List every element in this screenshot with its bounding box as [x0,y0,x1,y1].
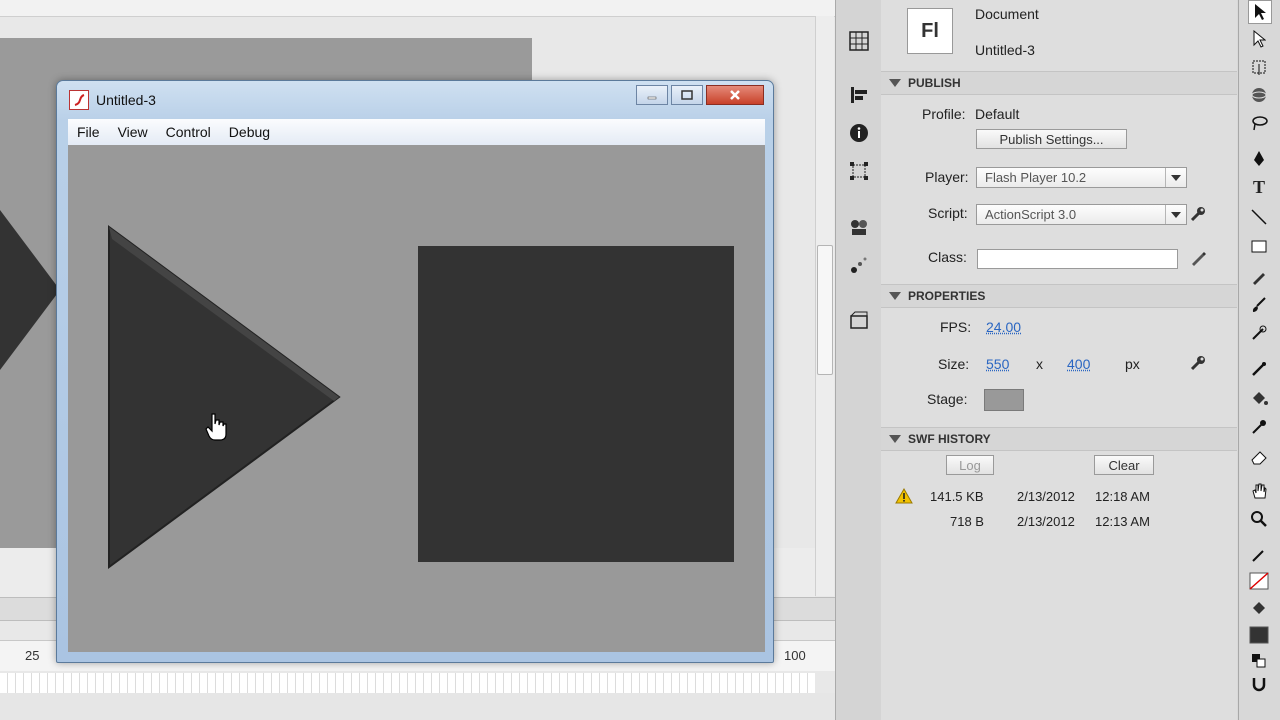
tools-panel: T [1238,0,1280,720]
stage-label: Stage: [927,391,968,407]
history-row-1-date: 2/13/2012 [1017,489,1075,504]
swap-colors-icon[interactable] [1248,650,1270,672]
paint-bucket-tool-icon[interactable] [1248,388,1270,410]
background-triangle-shape [0,210,60,370]
close-button[interactable] [706,85,764,105]
stroke-color-swatch[interactable] [1248,570,1270,592]
history-row-2-date: 2/13/2012 [1017,514,1075,529]
history-row-2-size: 718 B [950,514,984,529]
play-triangle-shape[interactable] [108,225,341,569]
align-icon[interactable] [848,84,870,106]
flash-document-icon: Fl [907,8,953,54]
publish-section-header[interactable]: PUBLISH [881,71,1237,95]
dark-square-shape[interactable] [418,246,734,562]
line-tool-icon[interactable] [1248,206,1270,228]
publish-settings-button[interactable]: Publish Settings... [976,129,1127,149]
stage-shapes [108,225,734,569]
chevron-down-icon [1165,168,1186,187]
log-button[interactable]: Log [946,455,994,475]
collapse-triangle-icon [889,292,901,300]
collapse-triangle-icon [889,435,901,443]
script-dropdown[interactable]: ActionScript 3.0 [976,204,1187,225]
snap-to-objects-icon[interactable] [1248,672,1270,694]
window-title: Untitled-3 [96,92,156,108]
text-tool-icon[interactable]: T [1248,176,1270,198]
ruler-number-25: 25 [25,648,40,663]
history-row-2-time: 12:13 AM [1095,514,1150,529]
edit-document-properties-icon[interactable] [1189,354,1207,375]
timeline-frames[interactable] [0,673,815,693]
free-transform-tool-icon[interactable] [1248,56,1270,78]
history-row-1-time: 12:18 AM [1095,489,1150,504]
menu-debug[interactable]: Debug [220,124,279,140]
hand-cursor-icon [205,413,227,441]
width-value[interactable]: 550 [986,356,1009,372]
rectangle-tool-icon[interactable] [1248,236,1270,258]
class-label: Class: [928,249,967,265]
library-icon[interactable] [848,309,870,331]
pencil-tool-icon[interactable] [1248,266,1270,288]
wrench-icon[interactable] [1189,205,1207,226]
collapse-triangle-icon [889,79,901,87]
properties-panel: Fl Document Untitled-3 PUBLISH Profile: … [881,0,1237,720]
motion-presets-icon[interactable] [848,254,870,276]
fill-color-swatch[interactable] [1248,624,1270,646]
fps-value[interactable]: 24.00 [986,319,1021,335]
flash-player-window: Untitled-3 File View Control Debug [56,80,774,663]
stroke-color-icon[interactable] [1248,544,1270,566]
brush-tool-icon[interactable] [1248,294,1270,316]
zoom-tool-icon[interactable] [1248,508,1270,530]
ruler-number-100: 100 [784,648,806,663]
3d-rotation-tool-icon[interactable] [1248,84,1270,106]
player-label: Player: [925,169,969,185]
size-unit: px [1125,356,1140,372]
chevron-down-icon [1165,205,1186,224]
class-field[interactable] [977,249,1178,269]
player-menu-bar: File View Control Debug [68,119,765,146]
size-label: Size: [938,356,970,372]
subselection-tool-icon[interactable] [1248,28,1270,50]
info-icon[interactable] [848,122,870,144]
fps-label: FPS: [940,319,972,335]
bone-tool-icon[interactable] [1248,358,1270,380]
menu-control[interactable]: Control [157,124,220,140]
components-icon[interactable] [848,216,870,238]
document-name: Untitled-3 [975,42,1035,58]
menu-view[interactable]: View [109,124,157,140]
transform-icon[interactable] [848,160,870,182]
document-type-label: Document [975,6,1039,22]
eraser-tool-icon[interactable] [1248,446,1270,468]
hand-tool-icon[interactable] [1248,480,1270,502]
lasso-tool-icon[interactable] [1248,112,1270,134]
flash-player-icon [69,90,89,110]
eyedropper-tool-icon[interactable] [1248,416,1270,438]
stage-color-swatch[interactable] [984,389,1024,411]
script-label: Script: [928,205,968,221]
swatches-icon[interactable] [848,30,870,52]
player-stage[interactable] [68,145,765,652]
ide-bottom-area [0,693,835,720]
minimize-button[interactable] [636,85,668,105]
pen-tool-icon[interactable] [1248,148,1270,170]
properties-section-header[interactable]: PROPERTIES [881,284,1237,308]
profile-label: Profile: [922,106,966,122]
scrollbar-thumb[interactable] [817,245,833,375]
warning-icon [895,487,913,507]
player-dropdown[interactable]: Flash Player 10.2 [976,167,1187,188]
clear-button[interactable]: Clear [1094,455,1154,475]
pencil-icon[interactable] [1189,249,1207,270]
deco-tool-icon[interactable] [1248,322,1270,344]
history-row-1-size: 141.5 KB [930,489,984,504]
panel-icon-strip [835,0,882,720]
selection-tool-icon[interactable] [1248,0,1272,24]
menu-file[interactable]: File [68,124,109,140]
profile-value: Default [975,106,1020,122]
ide-top-bar [0,0,835,17]
height-value[interactable]: 400 [1067,356,1090,372]
maximize-button[interactable] [671,85,703,105]
swf-history-section-header[interactable]: SWF HISTORY [881,427,1237,451]
fill-color-icon[interactable] [1248,598,1270,620]
size-x-separator: x [1036,356,1043,372]
